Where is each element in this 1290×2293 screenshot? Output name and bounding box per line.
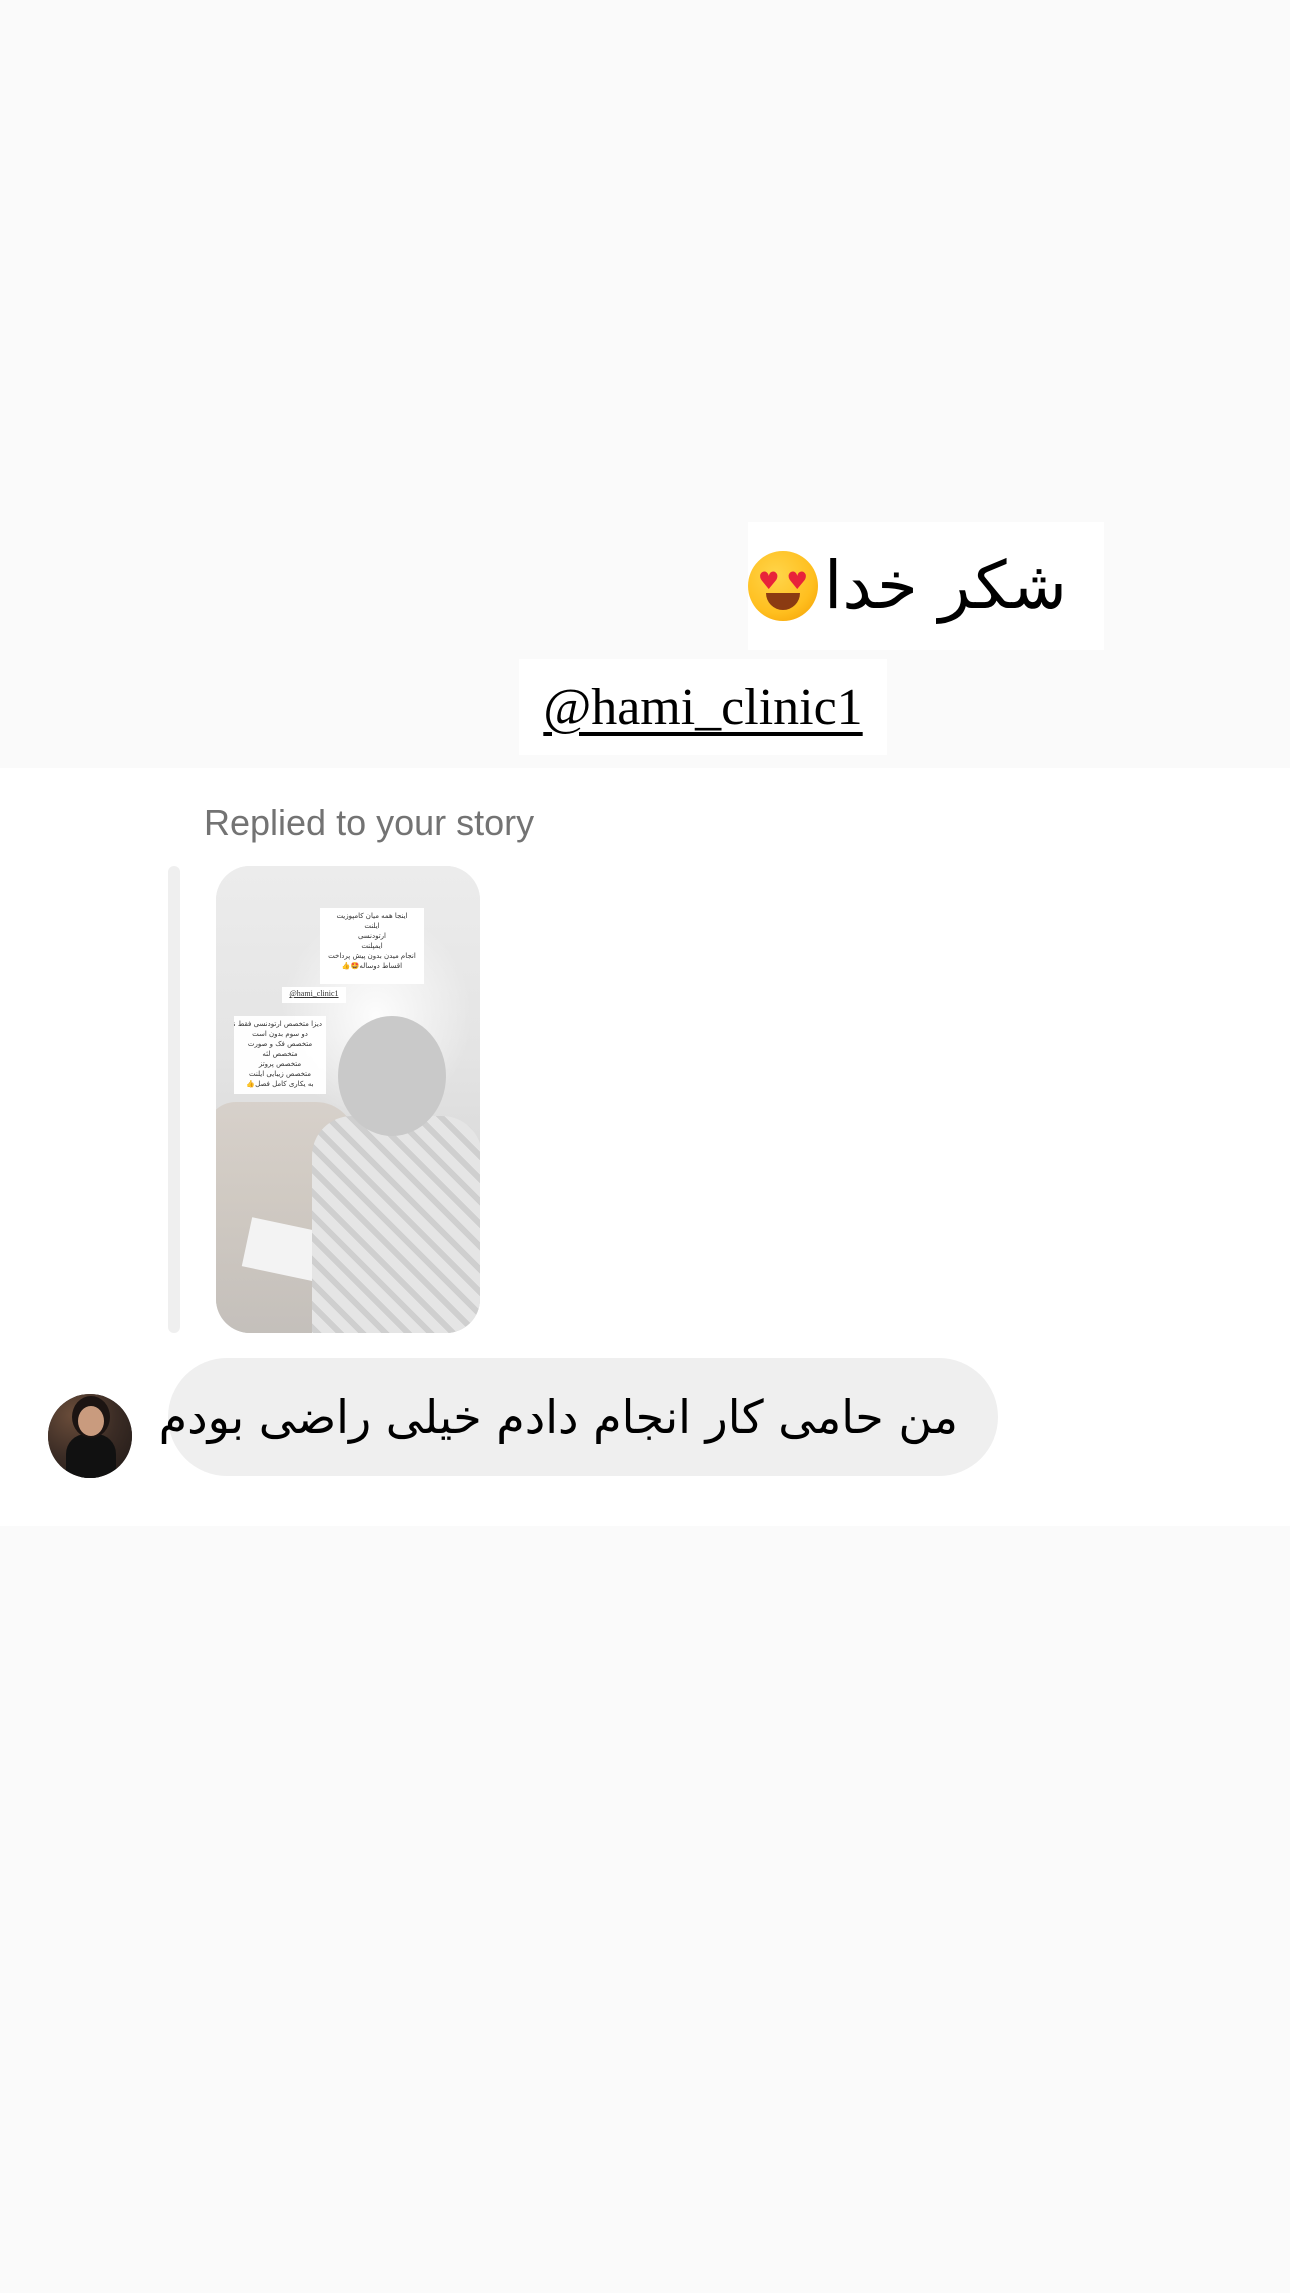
story-thumbnail[interactable]: اینجا همه میان کامپوزیت ایلنت ارتودنسی ا… [216, 866, 480, 1333]
mention-text: @hami_clinic1 [543, 678, 863, 736]
story-thumbnail-mention: @hami_clinic1 [282, 987, 346, 1003]
story-thumbnail-person-body [312, 1116, 480, 1333]
story-thumbnail-person-head [338, 1016, 446, 1136]
sender-avatar[interactable] [48, 1394, 132, 1478]
text-sticker: شکر خدا ♥ ♥ [748, 522, 1104, 650]
heart-eyes-emoji-icon: ♥ ♥ [748, 551, 818, 621]
story-sticker-area: شکر خدا ♥ ♥ @hami_clinic1 [0, 0, 1290, 768]
story-thumbnail-note-2: دیزا متخصص ارتودنسی فقط نم دو سوم بدون ا… [234, 1016, 326, 1094]
sticker-text: شکر خدا [824, 547, 1067, 624]
reply-indicator-bar [168, 866, 180, 1333]
story-thumbnail-note-1: اینجا همه میان کامپوزیت ایلنت ارتودنسی ا… [320, 908, 424, 984]
message-bubble[interactable]: من حامی کار انجام دادم خیلی راضی بودم [159, 1358, 998, 1476]
mention-sticker[interactable]: @hami_clinic1 [519, 659, 887, 755]
replied-to-story-label: Replied to your story [204, 802, 535, 843]
message-text: من حامی کار انجام دادم خیلی راضی بودم [158, 1390, 958, 1444]
